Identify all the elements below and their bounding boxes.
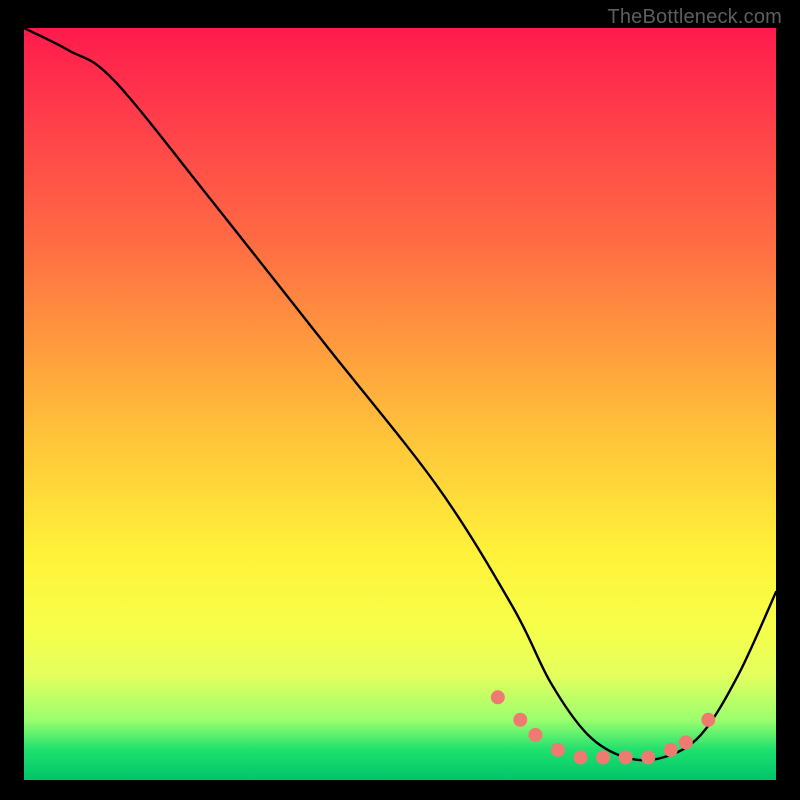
plot-area	[24, 28, 776, 780]
highlight-dot	[596, 750, 610, 764]
highlight-dot	[619, 750, 633, 764]
curve-line	[24, 28, 776, 760]
highlight-dot	[574, 750, 588, 764]
curve-path	[24, 28, 776, 760]
chart-frame: TheBottleneck.com	[0, 0, 800, 800]
highlight-dots	[491, 690, 716, 764]
highlight-dot	[528, 728, 542, 742]
highlight-dot	[641, 750, 655, 764]
highlight-dot	[701, 713, 715, 727]
highlight-dot	[664, 743, 678, 757]
highlight-dot	[679, 735, 693, 749]
highlight-dot	[513, 713, 527, 727]
watermark-text: TheBottleneck.com	[607, 6, 782, 29]
chart-svg	[24, 28, 776, 780]
highlight-dot	[551, 743, 565, 757]
highlight-dot	[491, 690, 505, 704]
